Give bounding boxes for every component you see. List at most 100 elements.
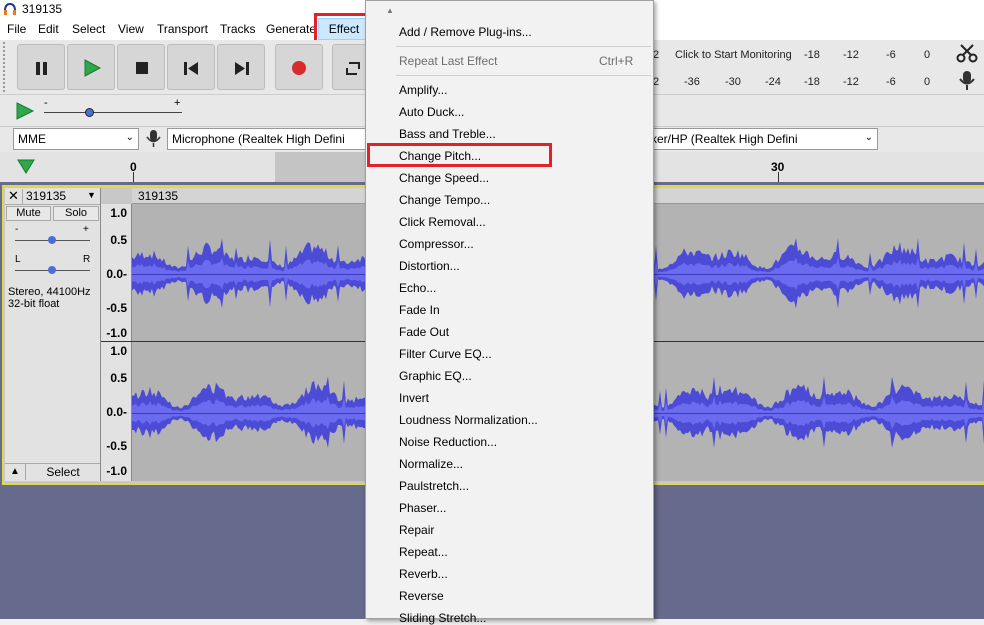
track-control-panel: ✕ 319135 ▼ Mute Solo - + L R Stereo, 441…: [5, 188, 101, 481]
menu-item-fade-in[interactable]: Fade In: [399, 303, 440, 317]
skip-to-end-icon: [235, 62, 249, 75]
menu-separator: [396, 46, 651, 47]
toolbar-grip[interactable]: [3, 42, 11, 92]
menu-item-graphic-eq[interactable]: Graphic EQ...: [399, 369, 472, 383]
chevron-down-icon: ⌄: [864, 132, 873, 143]
solo-button[interactable]: Solo: [53, 206, 99, 221]
record-meter-tick: -18: [804, 49, 820, 61]
menu-item-sliding-stretch[interactable]: Sliding Stretch...: [399, 611, 486, 625]
scroll-up-icon[interactable]: ▲: [386, 6, 394, 15]
play-meter-tick: -6: [886, 76, 896, 88]
pan-slider-thumb[interactable]: [48, 266, 56, 274]
stop-button[interactable]: [117, 44, 165, 90]
record-meter-tick: -12: [843, 49, 859, 61]
skip-to-start-button[interactable]: [167, 44, 215, 90]
menu-item-add-remove-plugins[interactable]: Add / Remove Plug-ins...: [399, 25, 532, 39]
skip-to-start-icon: [184, 62, 198, 75]
play-at-speed-icon[interactable]: [14, 101, 36, 121]
pan-right-label: R: [83, 254, 91, 265]
menu-item-repair[interactable]: Repair: [399, 523, 434, 537]
menu-item-fade-out[interactable]: Fade Out: [399, 325, 449, 339]
menu-item-reverb[interactable]: Reverb...: [399, 567, 448, 581]
playback-device-value: ker/HP (Realtek High Defini: [651, 132, 798, 146]
cut-icon[interactable]: [954, 43, 980, 65]
menu-tracks[interactable]: Tracks: [220, 22, 256, 36]
amplitude-scale-left-channel[interactable]: 1.0 0.5 0.0- -0.5 -1.0: [101, 204, 132, 341]
scale-label: -0.5: [106, 301, 127, 315]
play-meter-tick: -30: [725, 76, 741, 88]
mute-button[interactable]: Mute: [6, 206, 51, 221]
stop-icon: [136, 62, 148, 74]
menu-view[interactable]: View: [118, 22, 144, 36]
track-sample-format: 32-bit float: [8, 298, 60, 310]
menu-item-click-removal[interactable]: Click Removal...: [399, 215, 486, 229]
menu-item-noise-reduction[interactable]: Noise Reduction...: [399, 435, 497, 449]
scale-label: -1.0: [106, 326, 127, 340]
edit-toolbar: [950, 40, 984, 94]
speed-slider-track: [44, 112, 182, 113]
menu-item-phaser[interactable]: Phaser...: [399, 501, 446, 515]
microphone-icon[interactable]: [958, 70, 976, 92]
scale-label: 1.0: [110, 206, 127, 220]
record-meter[interactable]: 2 Click to Start Monitoring -18 -12 -6 0: [653, 43, 943, 67]
play-meter-tick: -36: [684, 76, 700, 88]
recording-device-select[interactable]: Microphone (Realtek High Defini: [167, 128, 367, 150]
menu-edit[interactable]: Edit: [38, 22, 59, 36]
chevron-down-icon: ⌄: [125, 132, 134, 143]
menu-item-filter-curve-eq[interactable]: Filter Curve EQ...: [399, 347, 492, 361]
menu-item-amplify[interactable]: Amplify...: [399, 83, 447, 97]
audio-host-value: MME: [18, 132, 46, 146]
pin-playhead-icon[interactable]: [16, 157, 36, 175]
menu-generate[interactable]: Generate: [266, 22, 316, 36]
record-button[interactable]: [275, 44, 323, 90]
pause-icon: [36, 62, 47, 75]
close-icon[interactable]: ✕: [8, 188, 19, 204]
effect-menu-dropdown: ▲ Add / Remove Plug-ins... Repeat Last E…: [365, 0, 654, 625]
speed-plus-label: +: [174, 97, 181, 109]
scale-label: 0.0-: [106, 267, 127, 281]
gain-slider-thumb[interactable]: [48, 236, 56, 244]
select-track-button[interactable]: Select: [25, 464, 100, 480]
play-meter-tick: -24: [765, 76, 781, 88]
menu-transport[interactable]: Transport: [157, 22, 208, 36]
menu-select[interactable]: Select: [72, 22, 105, 36]
record-meter-prompt[interactable]: Click to Start Monitoring: [675, 49, 792, 61]
menu-item-auto-duck[interactable]: Auto Duck...: [399, 105, 464, 119]
menu-item-change-speed[interactable]: Change Speed...: [399, 171, 489, 185]
menu-item-loudness-normalization[interactable]: Loudness Normalization...: [399, 413, 538, 427]
menu-item-invert[interactable]: Invert: [399, 391, 429, 405]
play-meter-tick: 0: [924, 76, 931, 88]
menu-item-distortion[interactable]: Distortion...: [399, 259, 460, 273]
amplitude-scale-right-channel[interactable]: 1.0 0.5 0.0- -0.5 -1.0: [101, 342, 132, 481]
menu-item-paulstretch[interactable]: Paulstretch...: [399, 479, 469, 493]
track-sample-rate: Stereo, 44100Hz: [8, 286, 91, 298]
track-menu-arrow-icon[interactable]: ▼: [87, 190, 96, 200]
speed-minus-label: -: [44, 97, 48, 109]
menu-item-compressor[interactable]: Compressor...: [399, 237, 474, 251]
playback-meter[interactable]: 2 -36 -30 -24 -18 -12 -6 0: [653, 70, 943, 94]
menu-item-repeat[interactable]: Repeat...: [399, 545, 448, 559]
speed-slider[interactable]: - +: [44, 97, 184, 121]
play-icon: [84, 59, 102, 77]
menu-item-repeat-last-effect: Repeat Last Effect: [399, 54, 498, 68]
gain-minus-label: -: [15, 224, 19, 235]
timeline-label: 0: [130, 160, 137, 174]
menu-item-normalize[interactable]: Normalize...: [399, 457, 463, 471]
pause-button[interactable]: [17, 44, 65, 90]
select-track-label: Select: [46, 465, 80, 479]
menu-item-change-tempo[interactable]: Change Tempo...: [399, 193, 490, 207]
collapse-track-icon[interactable]: ▲: [10, 466, 20, 477]
menu-file[interactable]: File: [7, 22, 26, 36]
track-footer: ▲ Select: [5, 463, 100, 480]
record-meter-tick: 0: [924, 49, 931, 61]
skip-to-end-button[interactable]: [217, 44, 265, 90]
play-button[interactable]: [67, 44, 115, 90]
audio-host-select[interactable]: MME ⌄: [13, 128, 139, 150]
menu-item-echo[interactable]: Echo...: [399, 281, 436, 295]
menu-item-reverse[interactable]: Reverse: [399, 589, 444, 603]
menu-separator: [396, 75, 651, 76]
playback-device-select[interactable]: ker/HP (Realtek High Defini ⌄: [646, 128, 878, 150]
menu-item-bass-and-treble[interactable]: Bass and Treble...: [399, 127, 496, 141]
clip-name: 319135: [138, 189, 179, 203]
speed-slider-thumb[interactable]: [85, 108, 94, 117]
